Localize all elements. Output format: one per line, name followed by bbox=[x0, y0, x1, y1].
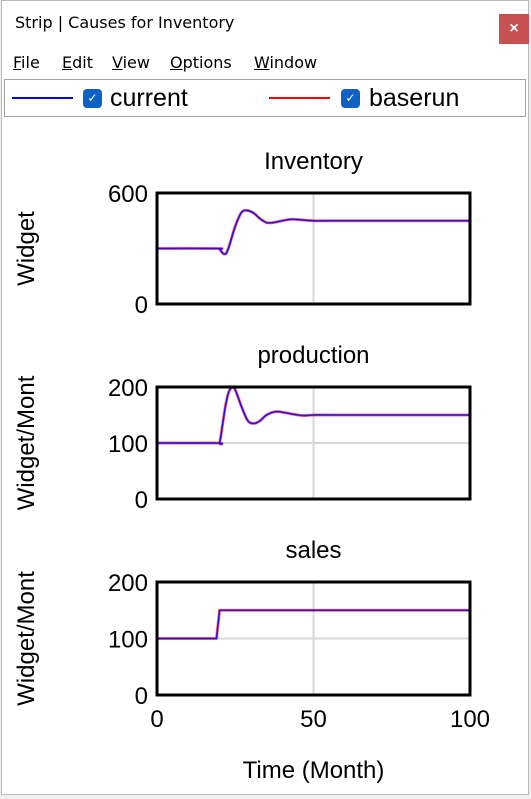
chart-inventory: Inventory Widget 0 600 bbox=[13, 148, 472, 319]
menu-file-accel: F bbox=[13, 53, 22, 72]
y-axis-label: Widget bbox=[13, 211, 40, 286]
strip-window: Strip | Causes for Inventory × File Edit… bbox=[1, 0, 529, 795]
x-axis-label: Time (Month) bbox=[243, 757, 385, 784]
y-axis-label: Widget/Mont bbox=[13, 571, 40, 706]
menu-edit-accel: E bbox=[62, 53, 73, 72]
window-title: Strip | Causes for Inventory bbox=[15, 13, 235, 32]
y-axis-label: Widget/Mont bbox=[13, 375, 40, 510]
y-tick-label: 100 bbox=[108, 627, 148, 654]
checkmark-icon: ✓ bbox=[345, 91, 356, 105]
chart-production: production Widget/Mont 0 100 200 bbox=[13, 342, 472, 514]
y-tick-label: 0 bbox=[135, 487, 148, 514]
y-tick-label: 100 bbox=[108, 431, 148, 458]
legend-label-baserun: baserun bbox=[369, 84, 460, 112]
strip-graphs: Inventory Widget 0 600 production Widget/Mont… bbox=[4, 117, 528, 794]
legend-bar: ✓ current ✓ baserun bbox=[4, 79, 526, 117]
y-tick-label: 200 bbox=[108, 375, 148, 402]
legend-label-current: current bbox=[110, 84, 188, 112]
checkbox-current[interactable]: ✓ bbox=[83, 89, 102, 108]
legend-line-current bbox=[12, 97, 73, 99]
close-button[interactable]: × bbox=[499, 14, 529, 44]
title-bar[interactable]: Strip | Causes for Inventory × bbox=[2, 1, 529, 49]
x-tick-label: 0 bbox=[150, 706, 163, 733]
legend-line-baserun bbox=[269, 97, 330, 99]
checkbox-baserun[interactable]: ✓ bbox=[341, 89, 360, 108]
menu-window-label: indow bbox=[269, 53, 318, 72]
y-tick-label: 200 bbox=[108, 570, 148, 597]
menu-edit-label: dit bbox=[72, 53, 93, 72]
chart-title: Inventory bbox=[264, 148, 363, 175]
checkmark-icon: ✓ bbox=[87, 91, 98, 105]
x-tick-label: 100 bbox=[450, 706, 490, 733]
chart-sales: sales Widget/Mont 0 100 200 0 50 100 Time (Month… bbox=[13, 537, 490, 784]
menu-options[interactable]: Options bbox=[170, 53, 232, 72]
menu-view-accel: V bbox=[112, 53, 123, 72]
y-tick-label: 0 bbox=[135, 292, 148, 319]
menu-file-label: ile bbox=[21, 53, 40, 72]
menu-view-label: iew bbox=[122, 53, 150, 72]
y-tick-label: 600 bbox=[108, 181, 148, 208]
menu-window-accel: W bbox=[254, 53, 270, 72]
menu-edit[interactable]: Edit bbox=[62, 53, 93, 72]
menu-file[interactable]: File bbox=[13, 53, 40, 72]
menu-window[interactable]: Window bbox=[254, 53, 317, 72]
menu-bar: File Edit View Options Window bbox=[2, 49, 528, 77]
menu-view[interactable]: View bbox=[112, 53, 150, 72]
x-tick-label: 50 bbox=[300, 706, 327, 733]
charts-svg: Inventory Widget 0 600 production Widget/Mont… bbox=[13, 148, 490, 784]
chart-title: production bbox=[257, 342, 369, 369]
menu-options-label: ptions bbox=[182, 53, 232, 72]
y-tick-label: 0 bbox=[135, 683, 148, 710]
close-icon: × bbox=[509, 20, 519, 37]
chart-title: sales bbox=[285, 537, 341, 564]
menu-options-accel: O bbox=[170, 53, 183, 72]
